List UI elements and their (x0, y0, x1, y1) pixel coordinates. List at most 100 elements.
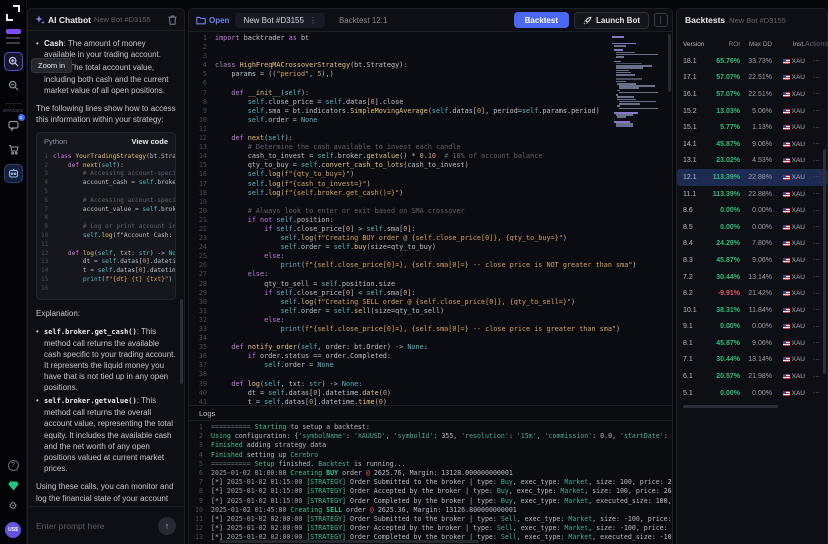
table-row[interactable]: 15.1 5.77% 1.13% XAU ⋯ (677, 119, 827, 136)
roi-cell: 65.76% (716, 57, 740, 65)
row-actions-button[interactable]: ⋯ (805, 356, 821, 364)
tab-menu-icon[interactable]: ⋮ (309, 16, 317, 25)
code-language-label: Python (44, 137, 68, 147)
logs-scrollbar[interactable] (219, 540, 479, 543)
code-line: 32 else: (198, 315, 285, 324)
chat-footer: ↑ (28, 506, 184, 544)
instrument-cell: XAU (772, 390, 805, 397)
row-actions-button[interactable]: ⋯ (805, 57, 821, 65)
row-actions-button[interactable]: ⋯ (805, 107, 821, 115)
logs-output[interactable]: 1 ========== Starting to setup a backtest… (189, 421, 672, 544)
zoom-out-button[interactable] (4, 76, 23, 95)
row-actions-button[interactable]: ⋯ (805, 290, 821, 298)
version-cell: 12.1 (683, 173, 697, 181)
max-dd-cell: 1.13% (752, 124, 772, 132)
row-actions-button[interactable]: ⋯ (805, 389, 821, 397)
row-actions-button[interactable]: ⋯ (805, 240, 821, 248)
settings-button[interactable]: ⚙ (9, 501, 18, 512)
row-actions-button[interactable]: ⋯ (805, 339, 821, 347)
open-button[interactable]: Open (196, 16, 229, 25)
flag-icon (782, 274, 790, 280)
code-line: 6 # Accessing account-specific (44, 196, 176, 204)
code-line: 24 self.order = self.buy(size=qty_to_buy… (198, 243, 437, 252)
table-row[interactable]: 8.1 45.87% 9.06% XAU ⋯ (677, 335, 827, 352)
minimap[interactable] (612, 36, 662, 128)
table-row[interactable]: 9.1 0.00% 0.00% XAU ⋯ (677, 319, 827, 336)
avatar[interactable]: US$ (5, 522, 21, 538)
table-row[interactable]: 12.1 113.39% 22.88% XAU ⋯ (677, 169, 827, 186)
row-actions-button[interactable]: ⋯ (805, 273, 821, 281)
max-dd-cell: 33.73% (748, 57, 772, 65)
version-cell: 16.1 (683, 90, 697, 98)
table-row[interactable]: 7.2 30.44% 13.14% XAU ⋯ (677, 269, 827, 286)
launch-bot-button[interactable]: Launch Bot (574, 11, 649, 29)
roi-cell: 38.31% (716, 306, 740, 314)
zoom-in-button[interactable] (3, 52, 23, 71)
row-actions-button[interactable]: ⋯ (805, 190, 821, 198)
table-row[interactable]: 17.1 57.07% 22.51% XAU ⋯ (677, 70, 827, 87)
table-row[interactable]: 10.1 38.31% 11.84% XAU ⋯ (677, 302, 827, 319)
table-row[interactable]: 11.1 113.39% 22.88% XAU ⋯ (677, 186, 827, 203)
version-cell: 8.1 (683, 339, 693, 347)
roi-cell: 113.39% (712, 173, 740, 181)
version-cell: 6.1 (683, 373, 693, 381)
code-line: 34 (198, 334, 207, 343)
table-row[interactable]: 8.4 24.29% 7.80% XAU ⋯ (677, 236, 827, 253)
row-actions-button[interactable]: ⋯ (805, 124, 821, 132)
gem-icon[interactable] (7, 481, 19, 491)
code-line: 17 self.log(f"{cash_to_invest=}") (198, 179, 371, 188)
version-cell: 9.1 (683, 323, 693, 331)
row-actions-button[interactable]: ⋯ (805, 323, 821, 331)
code-line: 39 def log(self, txt: str) -> None: (198, 379, 363, 388)
row-actions-button[interactable]: ⋯ (805, 256, 821, 264)
table-row[interactable]: 13.1 23.02% 4.53% XAU ⋯ (677, 153, 827, 170)
row-actions-button[interactable]: ⋯ (805, 306, 821, 314)
backtests-title: Backtests (685, 15, 726, 25)
row-actions-button[interactable]: ⋯ (805, 373, 821, 381)
table-row[interactable]: 15.2 13.03% 5.06% XAU ⋯ (677, 103, 827, 120)
backtest-button[interactable]: Backtest (513, 12, 569, 28)
view-code-button[interactable]: View code (131, 137, 168, 148)
code-editor[interactable]: 1 import backtrader as bt 2 3 4 class HighF… (189, 31, 672, 405)
marketplace-button[interactable] (4, 140, 23, 159)
table-row[interactable]: 5.1 0.00% 0.00% XAU ⋯ (677, 385, 827, 402)
chat-space-button[interactable]: 1 (4, 114, 25, 135)
code-line: 3 (202, 52, 207, 61)
row-actions-button[interactable]: ⋯ (805, 223, 821, 231)
table-row[interactable]: 6.1 20.57% 21.98% XAU ⋯ (677, 368, 827, 385)
table-row[interactable]: 8.6 0.00% 0.00% XAU ⋯ (677, 202, 827, 219)
delete-chat-button[interactable] (168, 15, 177, 25)
backtests-hscrollbar[interactable] (683, 405, 778, 408)
table-row[interactable]: 8.5 0.00% 0.00% XAU ⋯ (677, 219, 827, 236)
prompt-input[interactable] (36, 520, 152, 531)
code-line: 16 (41, 284, 49, 292)
row-actions-button[interactable]: ⋯ (805, 207, 821, 215)
code-line: 6 (202, 79, 207, 88)
backtests-vscrollbar[interactable] (823, 149, 826, 374)
max-dd-cell: 4.53% (752, 157, 772, 165)
panel-toggle-button[interactable] (654, 13, 668, 27)
table-row[interactable]: 8.3 45.87% 9.06% XAU ⋯ (677, 252, 827, 269)
row-actions-button[interactable]: ⋯ (805, 173, 821, 181)
table-row[interactable]: 18.1 65.76% 33.73% XAU ⋯ (677, 53, 827, 70)
table-row[interactable]: 16.1 57.07% 22.51% XAU ⋯ (677, 86, 827, 103)
row-actions-button[interactable]: ⋯ (805, 157, 821, 165)
table-row[interactable]: 7.1 30.44% 13.14% XAU ⋯ (677, 352, 827, 369)
row-actions-button[interactable]: ⋯ (805, 90, 821, 98)
bot-space-button[interactable] (3, 164, 23, 183)
send-button[interactable]: ↑ (158, 516, 176, 535)
help-button[interactable]: ? (7, 460, 19, 471)
instrument-cell: XAU (772, 58, 805, 65)
table-row[interactable]: 14.1 45.87% 9.06% XAU ⋯ (677, 136, 827, 153)
chat-explanations: self.broker.get_cash(): This method call… (36, 326, 176, 475)
chat-bubble-icon (7, 120, 19, 131)
chat-scrollbar[interactable] (180, 299, 183, 384)
tab-backtest[interactable]: Backtest 12.1 (331, 13, 395, 28)
table-row[interactable]: 8.2 -9.91% 21.42% XAU ⋯ (677, 285, 827, 302)
row-actions-button[interactable]: ⋯ (805, 140, 821, 148)
row-actions-button[interactable]: ⋯ (805, 74, 821, 82)
tab-new-bot[interactable]: New Bot #D3155 ⋮ (235, 12, 325, 28)
bot-icon (8, 168, 18, 178)
editor-scrollbar[interactable] (668, 34, 671, 92)
max-dd-cell: 13.14% (748, 356, 772, 364)
